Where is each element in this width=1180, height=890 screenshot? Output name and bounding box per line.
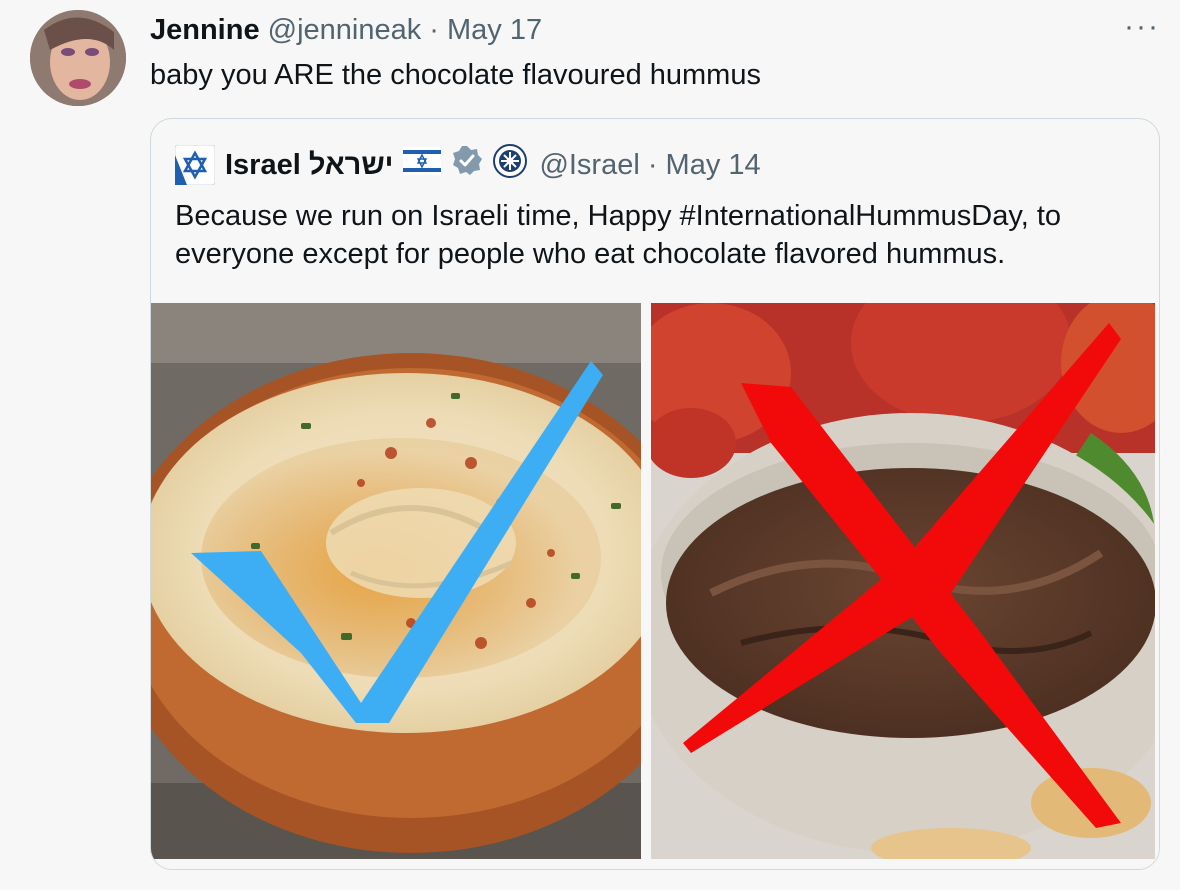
verified-badge-icon[interactable]: [451, 145, 483, 185]
media-grid: [151, 303, 1159, 869]
quoted-tweet[interactable]: Israel ישראל @Israel · May 14 Because we…: [150, 118, 1160, 870]
classic-hummus-image[interactable]: [151, 303, 641, 859]
more-options-icon[interactable]: ···: [1124, 10, 1160, 44]
avatar[interactable]: [30, 10, 126, 106]
quoted-tweet-text: Because we run on Israeli time, Happy #I…: [175, 200, 1062, 270]
tweet-text: baby you ARE the chocolate flavoured hum…: [150, 59, 761, 91]
quoted-tweet-header: Israel ישראל @Israel · May 14: [174, 144, 761, 186]
israel-flag-icon: [403, 147, 442, 183]
chocolate-hummus-image[interactable]: [651, 303, 1155, 859]
quoted-handle-and-date[interactable]: @Israel · May 14: [539, 149, 760, 182]
tweet-header: Jennine @jennineak · May 17: [150, 12, 542, 48]
quoted-author-name[interactable]: Israel ישראל: [225, 149, 393, 182]
government-seal-icon[interactable]: [493, 144, 528, 186]
star-of-david-icon[interactable]: [174, 144, 216, 186]
author-name[interactable]: Jennine: [150, 14, 260, 46]
handle-and-date[interactable]: @jennineak · May 17: [268, 14, 542, 46]
